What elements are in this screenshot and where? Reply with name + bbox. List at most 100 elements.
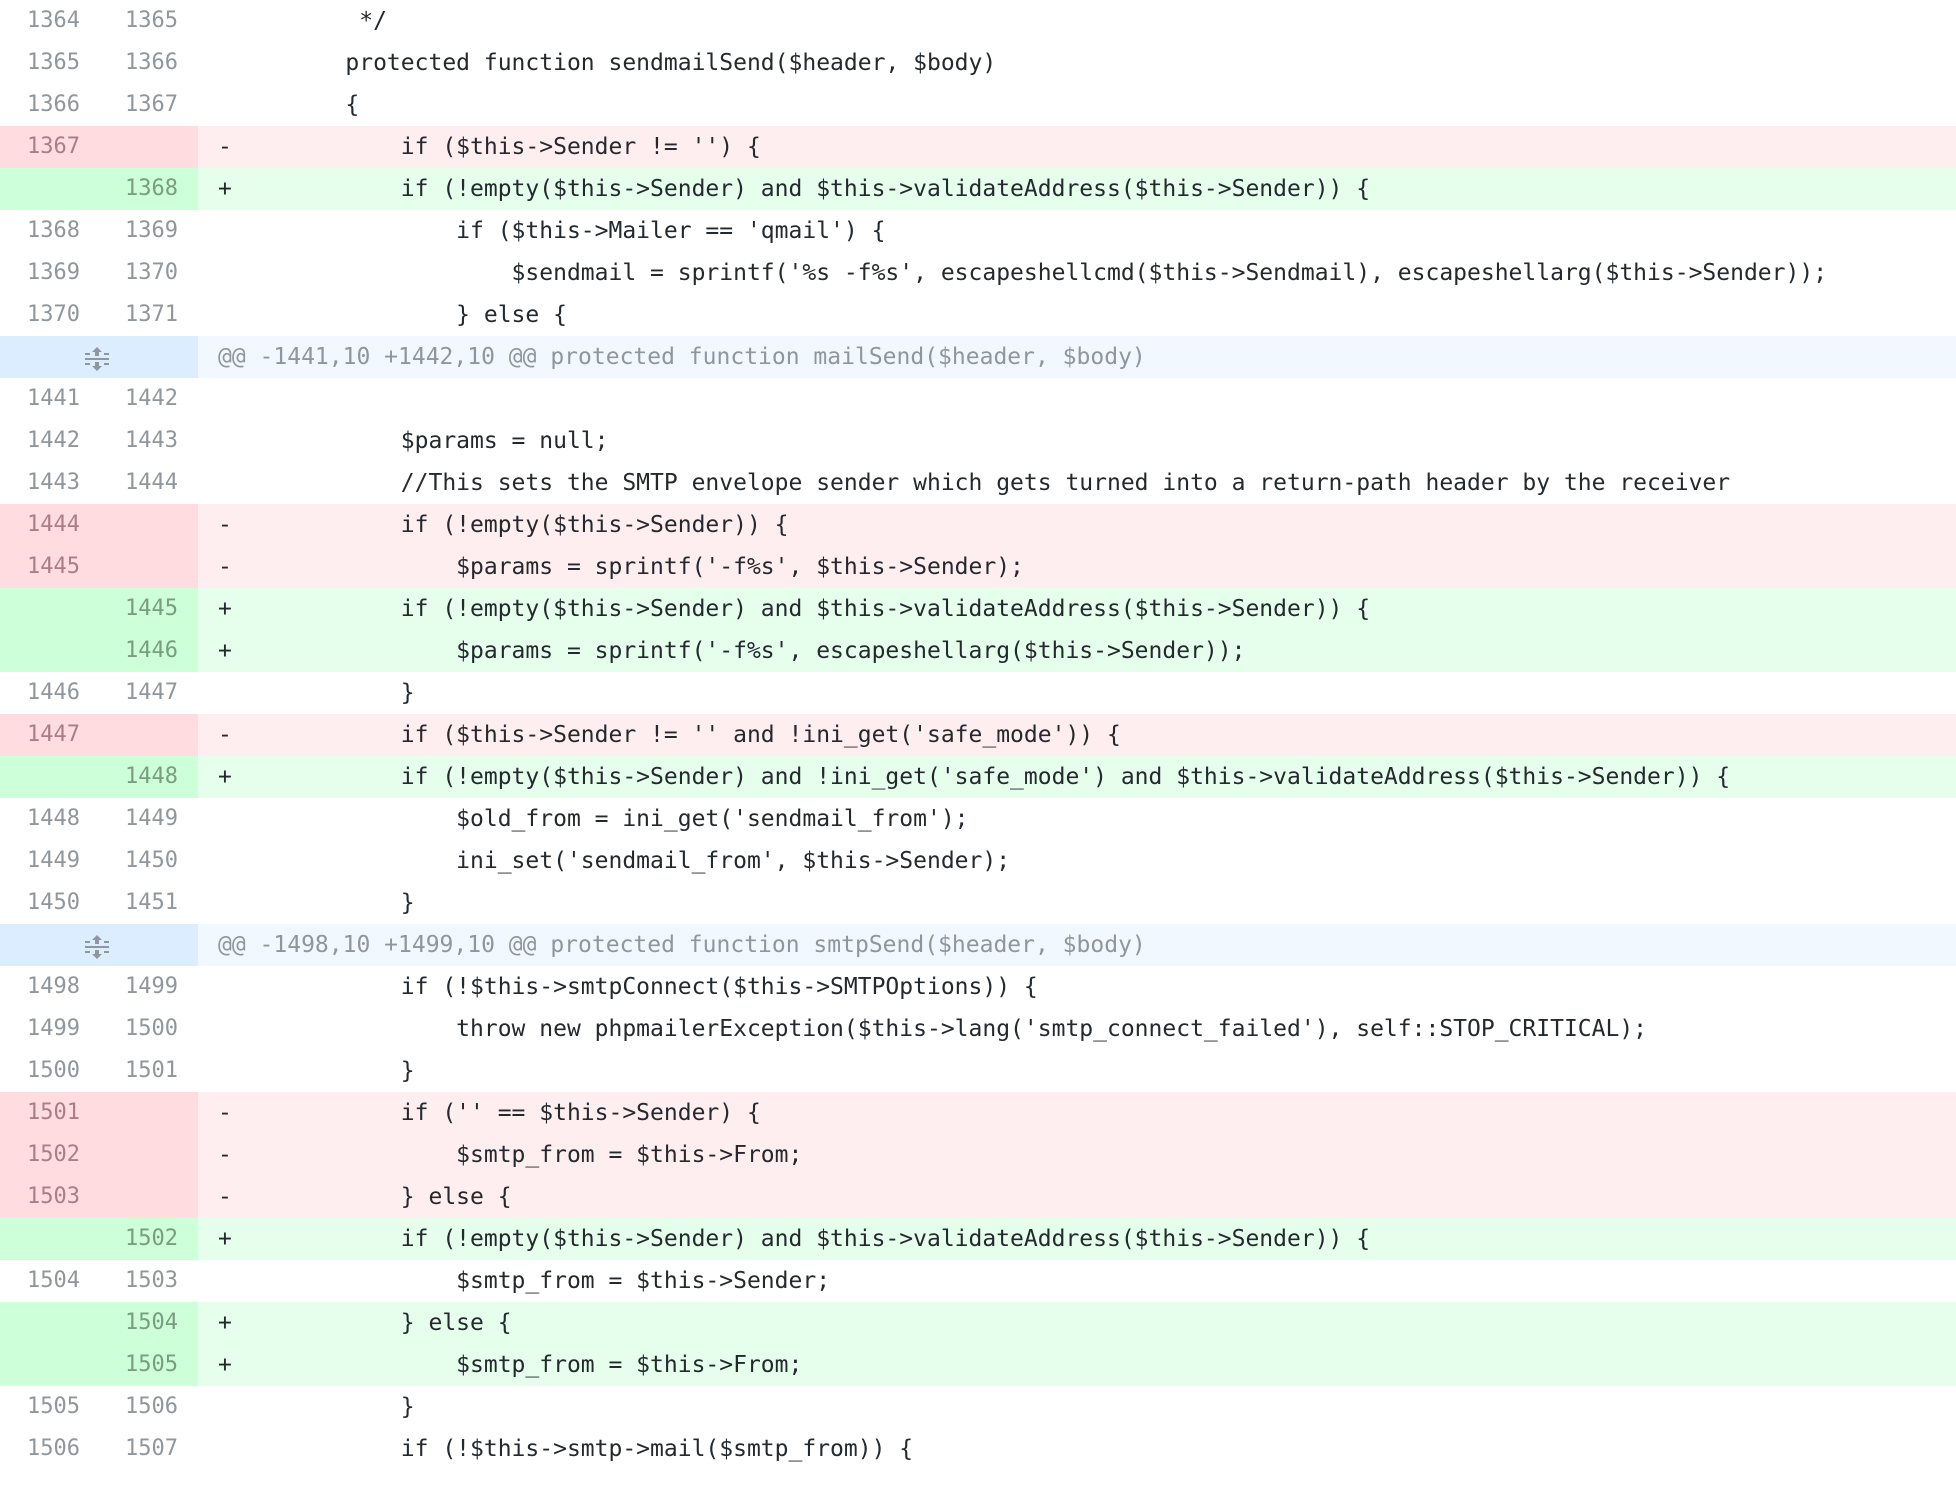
new-line-number[interactable]: 1503 bbox=[100, 1260, 178, 1302]
new-line-number[interactable]: 1505 bbox=[100, 1344, 178, 1386]
diff-marker: - bbox=[218, 1100, 232, 1126]
old-line-number[interactable]: 1364 bbox=[0, 0, 80, 42]
new-line-number[interactable]: 1365 bbox=[100, 0, 178, 42]
new-line-number[interactable]: 1444 bbox=[100, 462, 178, 504]
new-line-number[interactable]: 1449 bbox=[100, 798, 178, 840]
old-line-number[interactable] bbox=[0, 1344, 80, 1386]
new-line-number[interactable] bbox=[100, 714, 178, 756]
new-line-number[interactable]: 1442 bbox=[100, 378, 178, 420]
diff-line: 1504 1503 $smtp_from = $this->Sender; bbox=[0, 1260, 1956, 1302]
new-line-number[interactable]: 1370 bbox=[100, 252, 178, 294]
old-line-number[interactable]: 1501 bbox=[0, 1092, 80, 1134]
code-line: } bbox=[290, 890, 415, 916]
code-line: if ($this->Sender != '' and !ini_get('sa… bbox=[290, 722, 1121, 748]
new-line-number[interactable]: 1445 bbox=[100, 588, 178, 630]
diff-marker: + bbox=[218, 1352, 232, 1378]
diff-marker: + bbox=[218, 1226, 232, 1252]
new-line-number[interactable] bbox=[100, 1134, 178, 1176]
hunk-header-text: @@ -1498,10 +1499,10 @@ protected functi… bbox=[218, 932, 1146, 958]
diff-line: 1368 + if (!empty($this->Sender) and $thi… bbox=[0, 168, 1956, 210]
code-line: } bbox=[290, 1394, 415, 1420]
diff-line: 1443 1444 //This sets the SMTP envelope s… bbox=[0, 462, 1956, 504]
expand-button[interactable] bbox=[82, 932, 112, 959]
old-line-number[interactable]: 1365 bbox=[0, 42, 80, 84]
diff-line: 1502 - $smtp_from = $this->From; bbox=[0, 1134, 1956, 1176]
old-line-number[interactable]: 1446 bbox=[0, 672, 80, 714]
code-line: if ('' == $this->Sender) { bbox=[290, 1100, 761, 1126]
old-line-number[interactable]: 1504 bbox=[0, 1260, 80, 1302]
old-line-number[interactable]: 1442 bbox=[0, 420, 80, 462]
new-line-number[interactable]: 1450 bbox=[100, 840, 178, 882]
old-line-number[interactable]: 1445 bbox=[0, 546, 80, 588]
diff-line: 1441 1442 bbox=[0, 378, 1956, 420]
diff-marker: - bbox=[218, 512, 232, 538]
new-line-number[interactable]: 1499 bbox=[100, 966, 178, 1008]
new-line-number[interactable] bbox=[100, 1092, 178, 1134]
old-line-number[interactable] bbox=[0, 1218, 80, 1260]
old-line-number[interactable]: 1366 bbox=[0, 84, 80, 126]
hunk-gutter bbox=[0, 336, 198, 378]
old-line-number[interactable]: 1503 bbox=[0, 1176, 80, 1218]
old-line-number[interactable] bbox=[0, 756, 80, 798]
new-line-number[interactable]: 1506 bbox=[100, 1386, 178, 1428]
old-line-number[interactable]: 1502 bbox=[0, 1134, 80, 1176]
new-line-number[interactable]: 1504 bbox=[100, 1302, 178, 1344]
expand-button[interactable] bbox=[82, 344, 112, 371]
code-line: $smtp_from = $this->Sender; bbox=[290, 1268, 831, 1294]
diff-line: 1450 1451 } bbox=[0, 882, 1956, 924]
old-line-number[interactable]: 1448 bbox=[0, 798, 80, 840]
old-line-number[interactable]: 1449 bbox=[0, 840, 80, 882]
new-line-number[interactable]: 1500 bbox=[100, 1008, 178, 1050]
new-line-number[interactable] bbox=[100, 504, 178, 546]
new-line-number[interactable]: 1501 bbox=[100, 1050, 178, 1092]
diff-line: 1445 - $params = sprintf('-f%s', $this->S… bbox=[0, 546, 1956, 588]
code-line: if ($this->Sender != '') { bbox=[290, 134, 761, 160]
diff-marker: + bbox=[218, 764, 232, 790]
new-line-number[interactable]: 1448 bbox=[100, 756, 178, 798]
old-line-number[interactable]: 1369 bbox=[0, 252, 80, 294]
new-line-number[interactable]: 1447 bbox=[100, 672, 178, 714]
diff-line: 1504 + } else { bbox=[0, 1302, 1956, 1344]
old-line-number[interactable]: 1370 bbox=[0, 294, 80, 336]
new-line-number[interactable]: 1502 bbox=[100, 1218, 178, 1260]
code-line: if (!empty($this->Sender) and !ini_get('… bbox=[290, 764, 1731, 790]
new-line-number[interactable]: 1366 bbox=[100, 42, 178, 84]
code-line: { bbox=[290, 92, 360, 118]
new-line-number[interactable]: 1369 bbox=[100, 210, 178, 252]
old-line-number[interactable]: 1444 bbox=[0, 504, 80, 546]
new-line-number[interactable]: 1371 bbox=[100, 294, 178, 336]
diff-view: 1364 1365 */1365 1366 protected function s… bbox=[0, 0, 1956, 1470]
code-line: ini_set('sendmail_from', $this->Sender); bbox=[290, 848, 1011, 874]
old-line-number[interactable] bbox=[0, 168, 80, 210]
new-line-number[interactable]: 1451 bbox=[100, 882, 178, 924]
old-line-number[interactable]: 1500 bbox=[0, 1050, 80, 1092]
old-line-number[interactable]: 1505 bbox=[0, 1386, 80, 1428]
new-line-number[interactable]: 1507 bbox=[100, 1428, 178, 1470]
old-line-number[interactable]: 1498 bbox=[0, 966, 80, 1008]
diff-line: 1364 1365 */ bbox=[0, 0, 1956, 42]
old-line-number[interactable]: 1368 bbox=[0, 210, 80, 252]
old-line-number[interactable] bbox=[0, 588, 80, 630]
old-line-number[interactable]: 1447 bbox=[0, 714, 80, 756]
diff-line: 1369 1370 $sendmail = sprintf('%s -f%s', … bbox=[0, 252, 1956, 294]
old-line-number[interactable]: 1367 bbox=[0, 126, 80, 168]
new-line-number[interactable] bbox=[100, 1176, 178, 1218]
old-line-number[interactable]: 1441 bbox=[0, 378, 80, 420]
new-line-number[interactable]: 1368 bbox=[100, 168, 178, 210]
old-line-number[interactable]: 1506 bbox=[0, 1428, 80, 1470]
diff-marker: + bbox=[218, 638, 232, 664]
new-line-number[interactable] bbox=[100, 546, 178, 588]
old-line-number[interactable] bbox=[0, 1302, 80, 1344]
new-line-number[interactable]: 1367 bbox=[100, 84, 178, 126]
new-line-number[interactable]: 1446 bbox=[100, 630, 178, 672]
old-line-number[interactable]: 1499 bbox=[0, 1008, 80, 1050]
diff-marker: + bbox=[218, 176, 232, 202]
old-line-number[interactable]: 1443 bbox=[0, 462, 80, 504]
new-line-number[interactable] bbox=[100, 126, 178, 168]
new-line-number[interactable]: 1443 bbox=[100, 420, 178, 462]
old-line-number[interactable] bbox=[0, 630, 80, 672]
diff-marker: - bbox=[218, 1184, 232, 1210]
code-line: $sendmail = sprintf('%s -f%s', escapeshe… bbox=[290, 260, 1828, 286]
old-line-number[interactable]: 1450 bbox=[0, 882, 80, 924]
diff-line: 1505 1506 } bbox=[0, 1386, 1956, 1428]
